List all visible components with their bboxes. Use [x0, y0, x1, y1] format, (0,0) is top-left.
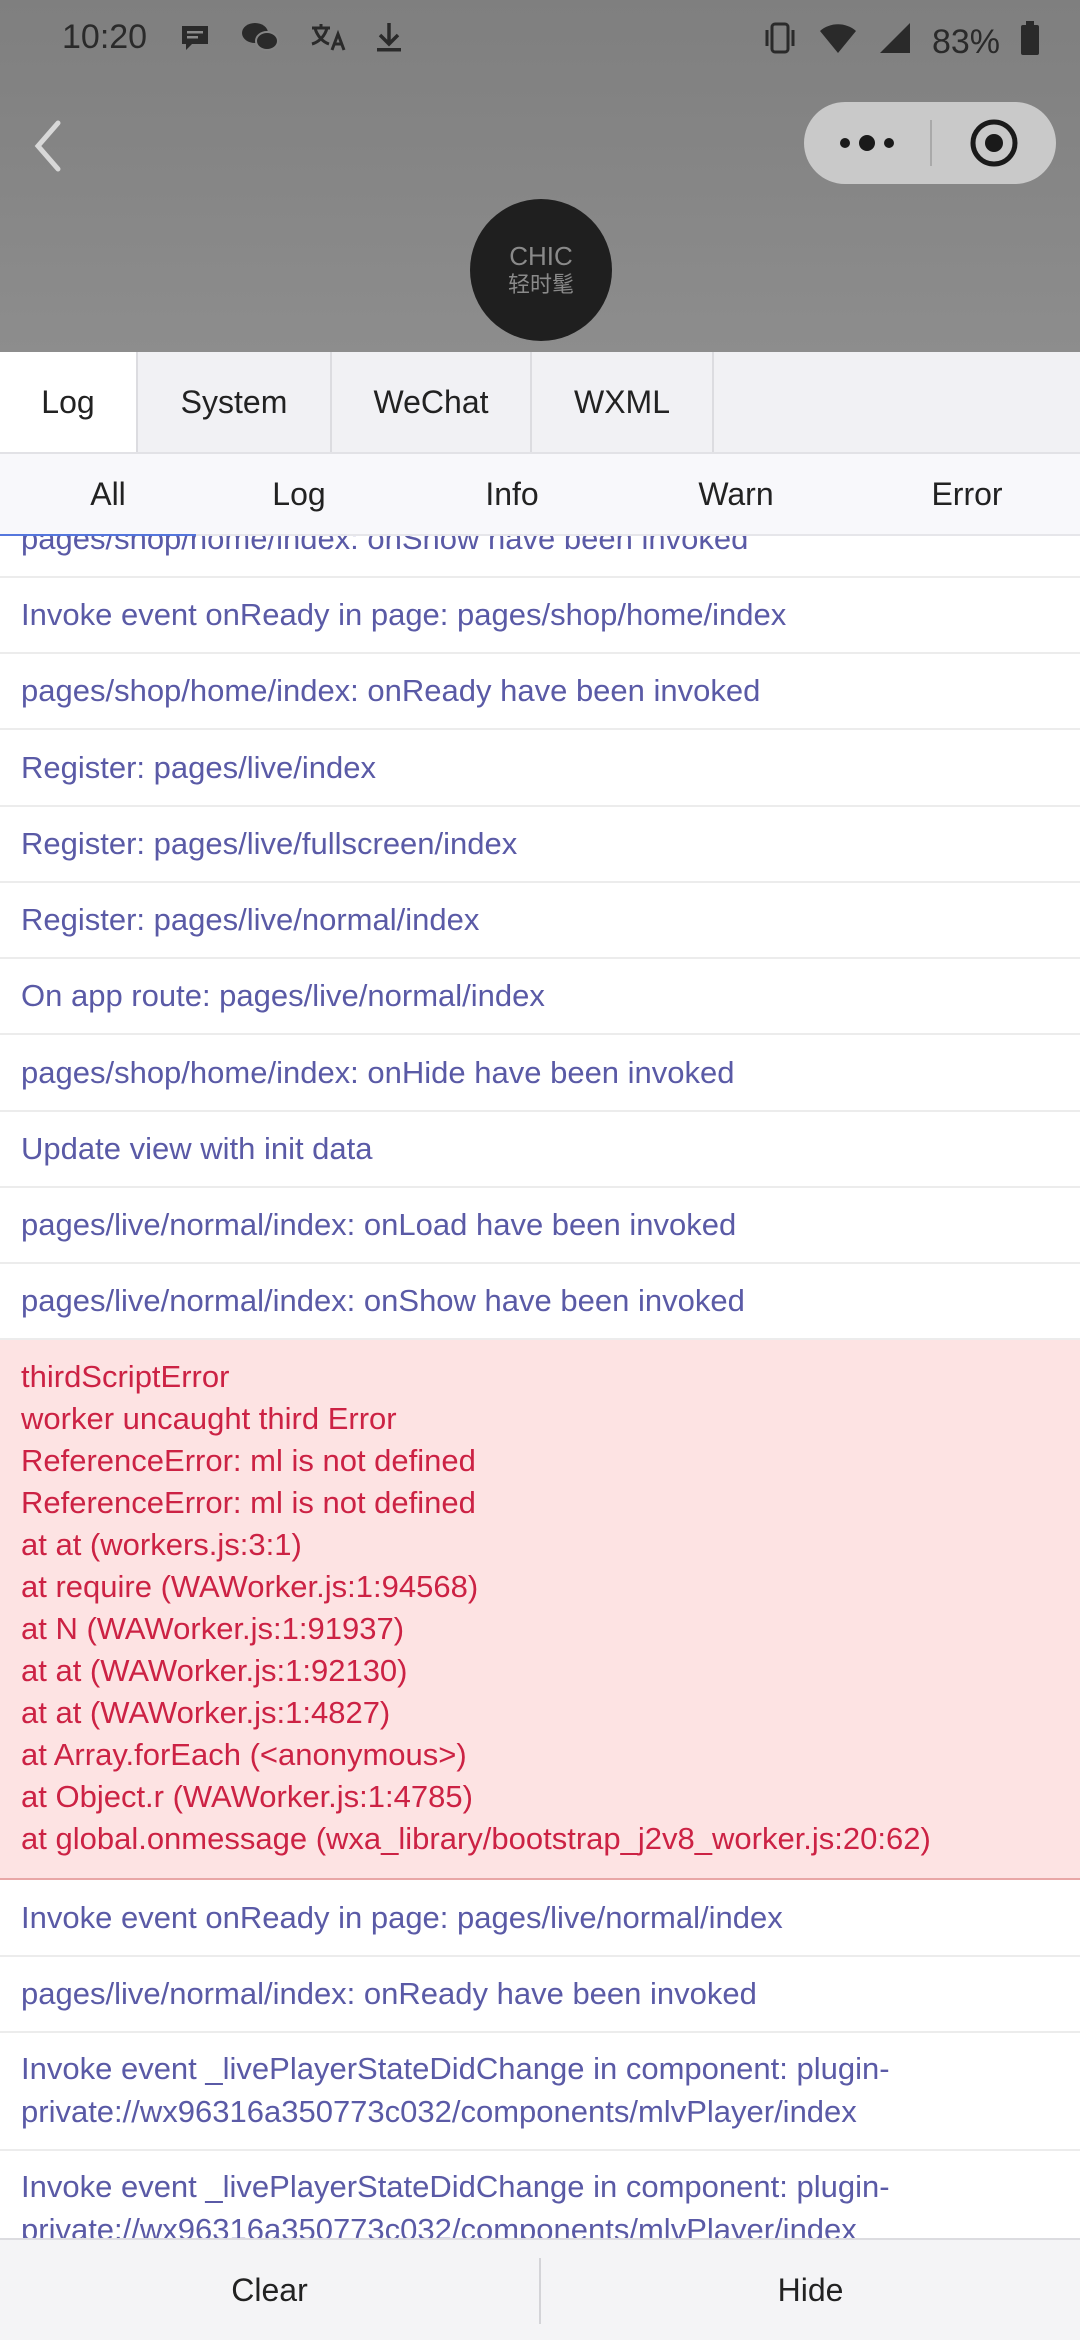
status-bar: 10:20 83%	[0, 0, 1080, 80]
tab-wxml[interactable]: WXML	[532, 352, 714, 452]
log-entry: Register: pages/live/normal/index	[0, 883, 1080, 959]
filter-log[interactable]: Log	[191, 454, 407, 534]
wifi-icon	[818, 21, 858, 64]
log-entry: Register: pages/live/index	[0, 730, 1080, 807]
log-entry: pages/live/normal/index: onLoad have bee…	[0, 1188, 1080, 1264]
tab-log[interactable]: Log	[0, 352, 138, 452]
console-tabs: Log System WeChat WXML	[0, 352, 1080, 454]
error-line: thirdScriptError	[21, 1359, 230, 1394]
log-entry: pages/shop/home/index: onHide have been …	[0, 1035, 1080, 1112]
log-entry: Update view with init data	[0, 1112, 1080, 1188]
close-mini-program-button[interactable]	[932, 102, 1056, 184]
error-line: at at (workers.js:3:1)	[21, 1527, 302, 1562]
console-bottom-bar: Clear Hide	[0, 2238, 1080, 2340]
status-time: 10:20	[62, 18, 148, 56]
mini-program-header: 10:20 83% CHIC 轻时髦	[0, 0, 1080, 352]
error-line: at N (WAWorker.js:1:91937)	[21, 1611, 405, 1646]
filter-error[interactable]: Error	[859, 454, 1075, 534]
brand-logo: CHIC 轻时髦	[470, 199, 612, 341]
log-entry: pages/shop/home/index: onReady have been…	[0, 654, 1080, 730]
log-entry: On app route: pages/live/normal/index	[0, 959, 1080, 1035]
log-line: Invoke event _livePlayerStateDidChange i…	[21, 2051, 890, 2086]
log-entry: Invoke event _livePlayerStateDidChange i…	[0, 2033, 1080, 2151]
hide-button[interactable]: Hide	[541, 2240, 1080, 2340]
filter-warn[interactable]: Warn	[628, 454, 844, 534]
error-line: at global.onmessage (wxa_library/bootstr…	[21, 1821, 931, 1856]
wechat-icon	[240, 20, 280, 63]
logo-text-line1: CHIC	[509, 241, 573, 272]
message-icon	[178, 20, 212, 63]
battery-percent: 83%	[931, 23, 1000, 61]
error-line: ReferenceError: ml is not defined	[21, 1443, 476, 1478]
error-line: at at (WAWorker.js:1:92130)	[21, 1653, 408, 1688]
translate-icon	[308, 20, 346, 63]
error-stack-trace: thirdScriptError worker uncaught third E…	[21, 1356, 931, 1860]
status-left-icons	[178, 20, 404, 63]
log-line: Invoke event _livePlayerStateDidChange i…	[21, 2169, 890, 2204]
error-line: at Object.r (WAWorker.js:1:4785)	[21, 1779, 473, 1814]
back-button[interactable]	[22, 116, 72, 176]
vibrate-icon	[762, 20, 798, 65]
tab-wechat[interactable]: WeChat	[332, 352, 532, 452]
log-list[interactable]: pages/shop/home/index: onShow have been …	[0, 536, 1080, 2238]
log-entry: Invoke event onReady in page: pages/shop…	[0, 578, 1080, 654]
status-right-icons: 83%	[762, 20, 1040, 65]
log-line: private://wx96316a350773c032/components/…	[21, 2094, 857, 2129]
target-close-icon	[970, 119, 1018, 167]
log-entry: Invoke event onReady in page: pages/live…	[0, 1880, 1080, 1957]
log-entry: pages/live/normal/index: onShow have bee…	[0, 1264, 1080, 1340]
error-line: worker uncaught third Error	[21, 1401, 397, 1436]
battery-icon	[1020, 20, 1040, 65]
log-entry: Invoke event _livePlayerStateDidChange i…	[0, 2151, 1080, 2238]
chevron-left-icon	[34, 120, 61, 172]
log-entry: Register: pages/live/fullscreen/index	[0, 807, 1080, 883]
log-level-filters: All Log Info Warn Error	[0, 454, 1080, 536]
logo-text-line2: 轻时髦	[507, 272, 574, 298]
download-icon	[374, 20, 404, 63]
more-dots-icon	[840, 135, 894, 151]
log-entry: pages/shop/home/index: onShow have been …	[0, 536, 1080, 578]
error-line: ReferenceError: ml is not defined	[21, 1485, 476, 1520]
mini-program-capsule	[804, 102, 1056, 184]
log-entry: pages/live/normal/index: onReady have be…	[0, 1957, 1080, 2033]
filter-info[interactable]: Info	[404, 454, 620, 534]
error-log-entry: thirdScriptError worker uncaught third E…	[0, 1340, 1080, 1880]
more-button[interactable]	[804, 102, 930, 184]
error-line: at require (WAWorker.js:1:94568)	[21, 1569, 479, 1604]
filter-all[interactable]: All	[0, 454, 216, 534]
tab-system[interactable]: System	[138, 352, 332, 452]
error-line: at Array.forEach (<anonymous>)	[21, 1737, 467, 1772]
signal-icon	[878, 21, 912, 64]
error-line: at at (WAWorker.js:1:4827)	[21, 1695, 391, 1730]
clear-button[interactable]: Clear	[0, 2240, 539, 2340]
log-line: private://wx96316a350773c032/components/…	[21, 2212, 857, 2238]
